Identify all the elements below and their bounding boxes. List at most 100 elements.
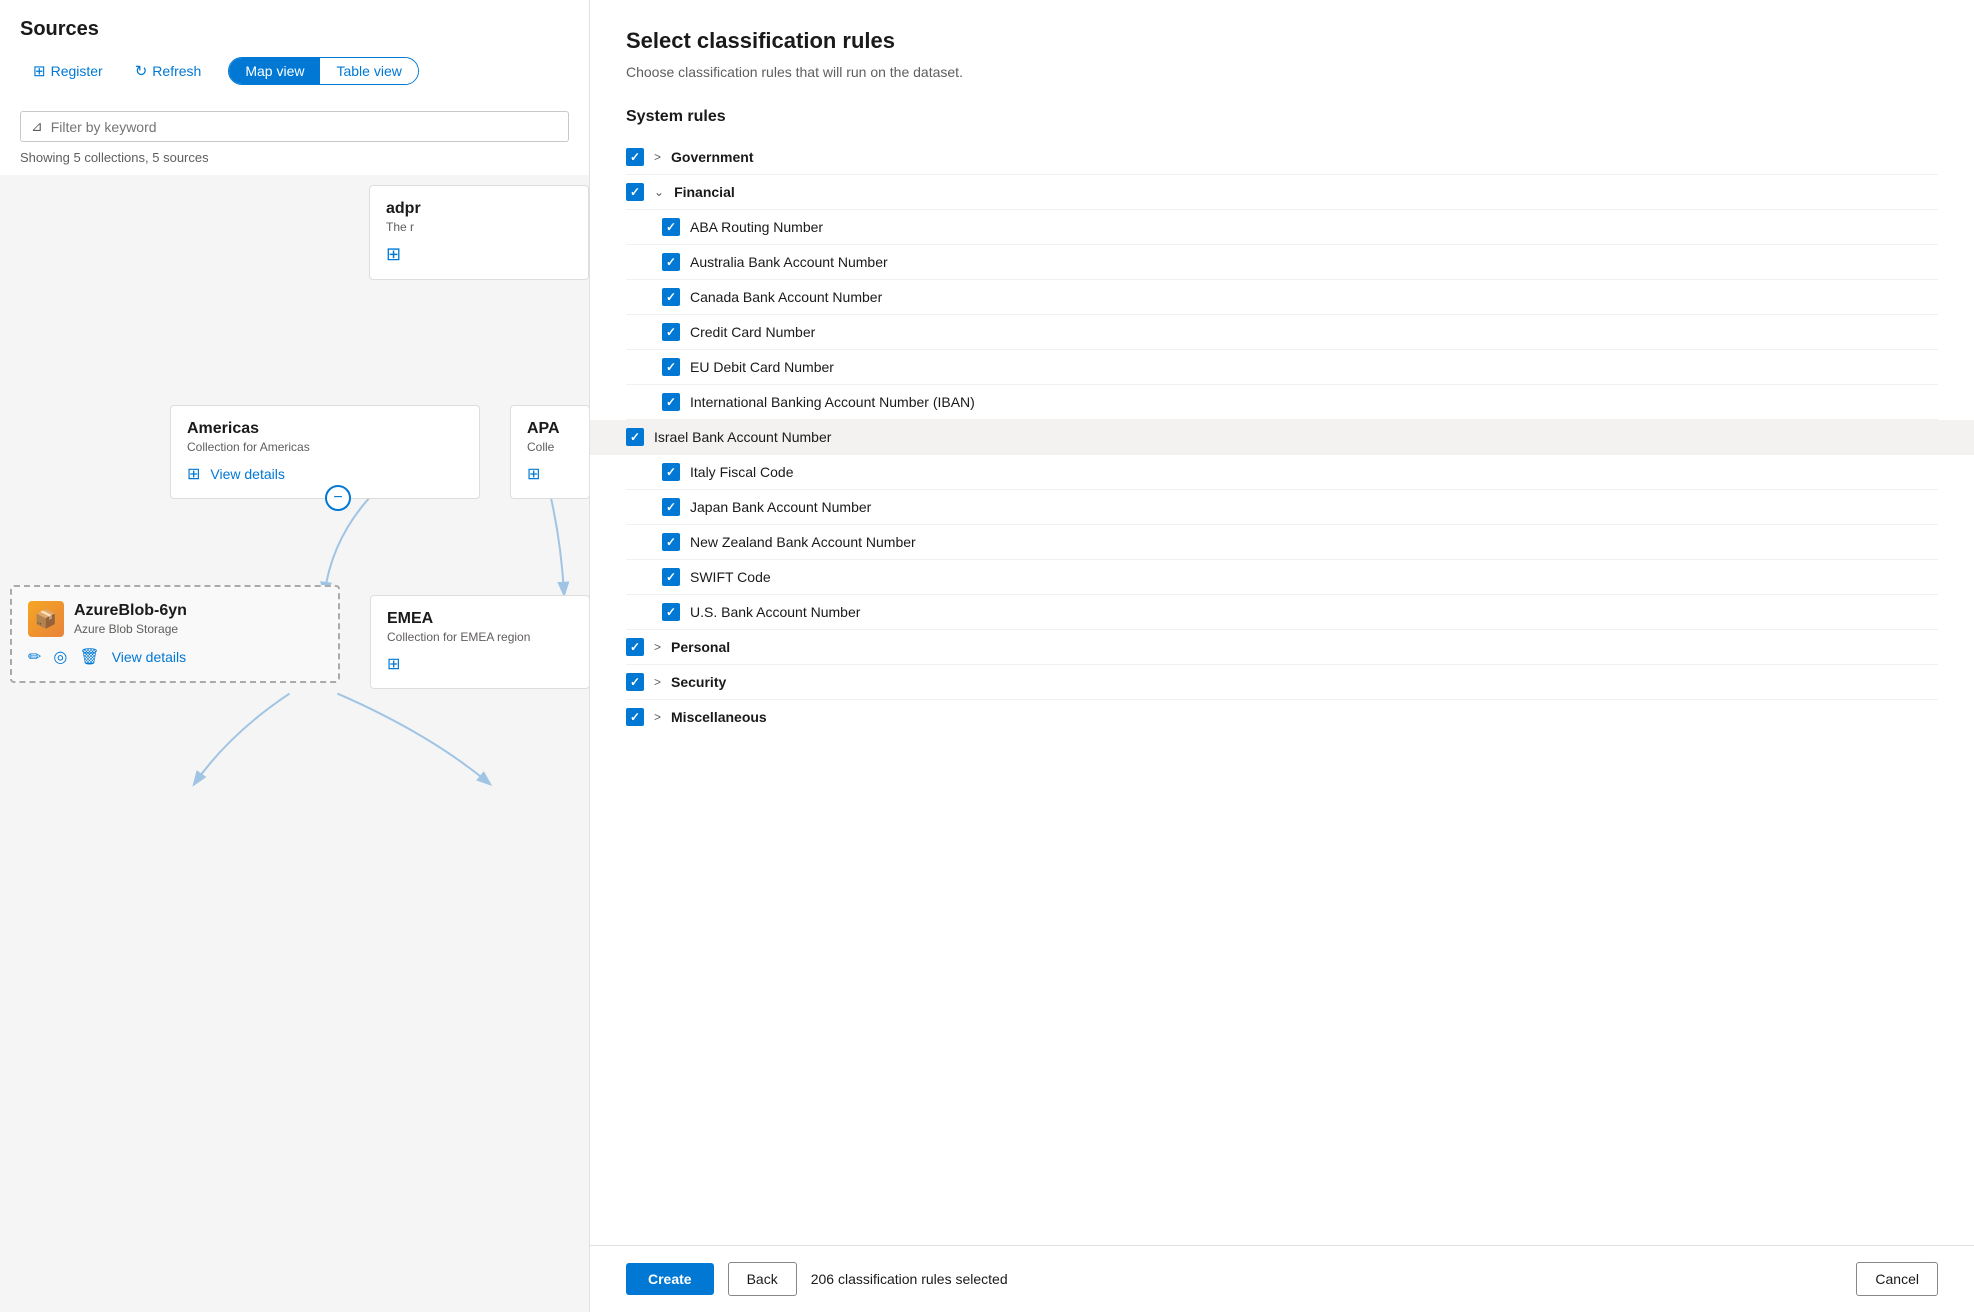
emea-grid-icon: ⊞ xyxy=(387,656,400,673)
refresh-label: Refresh xyxy=(152,63,201,79)
emea-subtitle: Collection for EMEA region xyxy=(387,630,573,644)
rule-label-eu: EU Debit Card Number xyxy=(690,359,834,375)
checkbox-us[interactable] xyxy=(662,603,680,621)
rule-label-credit: Credit Card Number xyxy=(690,324,815,340)
cancel-button[interactable]: Cancel xyxy=(1856,1262,1938,1296)
expand-icon-security[interactable]: > xyxy=(654,675,661,689)
rule-row-credit: Credit Card Number xyxy=(626,315,1938,350)
azure-info: AzureBlob-6yn Azure Blob Storage xyxy=(74,602,187,636)
refresh-icon: ↻ xyxy=(135,62,148,80)
rule-row-miscellaneous: > Miscellaneous xyxy=(626,700,1938,734)
azure-subtitle: Azure Blob Storage xyxy=(74,622,187,636)
top-node-title: adpr xyxy=(386,200,572,218)
search-bar[interactable]: ⊿ xyxy=(20,111,569,142)
rule-row-iban: International Banking Account Number (IB… xyxy=(626,385,1938,420)
checkbox-iban[interactable] xyxy=(662,393,680,411)
checkbox-credit[interactable] xyxy=(662,323,680,341)
checkbox-swift[interactable] xyxy=(662,568,680,586)
rule-row-aba: ABA Routing Number xyxy=(626,210,1938,245)
apac-title: APA xyxy=(527,420,573,438)
rule-row-eu: EU Debit Card Number xyxy=(626,350,1938,385)
register-button[interactable]: ⊞ Register xyxy=(20,55,116,87)
rule-label-financial: Financial xyxy=(674,184,735,200)
emea-node: EMEA Collection for EMEA region ⊞ xyxy=(370,595,589,689)
americas-view-details[interactable]: View details xyxy=(210,466,284,482)
rule-row-canada: Canada Bank Account Number xyxy=(626,280,1938,315)
rule-row-security: >Security xyxy=(626,665,1938,700)
checkbox-canada[interactable] xyxy=(662,288,680,306)
azure-actions: ✏ ◎ 🗑 View details xyxy=(28,647,322,667)
rule-label-iban: International Banking Account Number (IB… xyxy=(690,394,975,410)
rule-label-canada: Canada Bank Account Number xyxy=(690,289,882,305)
checkbox-italy[interactable] xyxy=(662,463,680,481)
view-toggle: Map view Table view xyxy=(228,57,419,85)
rule-row-us: U.S. Bank Account Number xyxy=(626,595,1938,630)
rules-list: > Government ⌄ Financial ABA Routing Number A… xyxy=(626,140,1938,734)
azure-view-details[interactable]: View details xyxy=(112,649,186,665)
target-icon[interactable]: ◎ xyxy=(53,647,67,667)
checkbox-aba[interactable] xyxy=(662,218,680,236)
system-rules-heading: System rules xyxy=(626,108,1938,126)
checkbox-japan[interactable] xyxy=(662,498,680,516)
rule-row-financial: ⌄ Financial xyxy=(626,175,1938,210)
apac-grid-icon: ⊞ xyxy=(527,466,540,483)
rule-row-australia: Australia Bank Account Number xyxy=(626,245,1938,280)
azure-node: 📦 AzureBlob-6yn Azure Blob Storage ✏ ◎ 🗑… xyxy=(10,585,340,683)
checkbox-personal[interactable] xyxy=(626,638,644,656)
page-title: Sources xyxy=(20,18,569,41)
rule-row-swift: SWIFT Code xyxy=(626,560,1938,595)
rule-label-miscellaneous: Miscellaneous xyxy=(671,709,767,725)
checkbox-miscellaneous[interactable] xyxy=(626,708,644,726)
checkbox-government[interactable] xyxy=(626,148,644,166)
collapse-button[interactable]: − xyxy=(325,485,351,511)
americas-grid-icon: ⊞ xyxy=(187,464,200,484)
checkbox-australia[interactable] xyxy=(662,253,680,271)
rule-label-government: Government xyxy=(671,149,753,165)
classification-count: 206 classification rules selected xyxy=(811,1271,1008,1287)
emea-title: EMEA xyxy=(387,610,573,628)
checkbox-newzealand[interactable] xyxy=(662,533,680,551)
refresh-button[interactable]: ↻ Refresh xyxy=(122,55,215,87)
expand-icon-government[interactable]: > xyxy=(654,150,661,164)
checkbox-eu[interactable] xyxy=(662,358,680,376)
create-button[interactable]: Create xyxy=(626,1263,714,1295)
rule-label-swift: SWIFT Code xyxy=(690,569,771,585)
expand-icon-financial[interactable]: ⌄ xyxy=(654,185,664,199)
apac-subtitle: Colle xyxy=(527,440,573,454)
rule-row-italy: Italy Fiscal Code xyxy=(626,455,1938,490)
azure-header: 📦 AzureBlob-6yn Azure Blob Storage xyxy=(28,601,322,637)
showing-text: Showing 5 collections, 5 sources xyxy=(0,150,589,175)
rule-row-japan: Japan Bank Account Number xyxy=(626,490,1938,525)
americas-subtitle: Collection for Americas xyxy=(187,440,463,454)
azure-blob-icon: 📦 xyxy=(28,601,64,637)
right-subtitle: Choose classification rules that will ru… xyxy=(626,64,1938,80)
rule-label-aba: ABA Routing Number xyxy=(690,219,823,235)
rule-label-italy: Italy Fiscal Code xyxy=(690,464,793,480)
back-button[interactable]: Back xyxy=(728,1262,797,1296)
rule-row-government: > Government xyxy=(626,140,1938,175)
edit-icon[interactable]: ✏ xyxy=(28,647,41,667)
expand-icon-personal[interactable]: > xyxy=(654,640,661,654)
top-node-subtitle: The r xyxy=(386,220,572,234)
rule-label-israel: Israel Bank Account Number xyxy=(654,429,831,445)
right-panel: Select classification rules Choose class… xyxy=(590,0,1974,1312)
azure-title: AzureBlob-6yn xyxy=(74,602,187,620)
rule-row-personal: > Personal xyxy=(626,630,1938,665)
americas-title: Americas xyxy=(187,420,463,438)
rule-label-us: U.S. Bank Account Number xyxy=(690,604,860,620)
checkbox-security[interactable] xyxy=(626,673,644,691)
table-view-button[interactable]: Table view xyxy=(320,58,417,84)
apac-node: APA Colle ⊞ xyxy=(510,405,589,499)
americas-actions: ⊞ View details xyxy=(187,464,463,484)
delete-icon[interactable]: 🗑 xyxy=(79,647,99,667)
rule-label-australia: Australia Bank Account Number xyxy=(690,254,888,270)
checkbox-financial[interactable] xyxy=(626,183,644,201)
top-node-icon: ⊞ xyxy=(386,244,401,264)
rule-label-personal: Personal xyxy=(671,639,730,655)
map-area: adpr The r ⊞ − Americas Collection for A… xyxy=(0,175,589,1312)
map-view-button[interactable]: Map view xyxy=(229,58,320,84)
checkbox-israel[interactable] xyxy=(626,428,644,446)
search-input[interactable] xyxy=(51,119,558,135)
register-icon: ⊞ xyxy=(33,62,46,80)
expand-icon-miscellaneous[interactable]: > xyxy=(654,710,661,724)
